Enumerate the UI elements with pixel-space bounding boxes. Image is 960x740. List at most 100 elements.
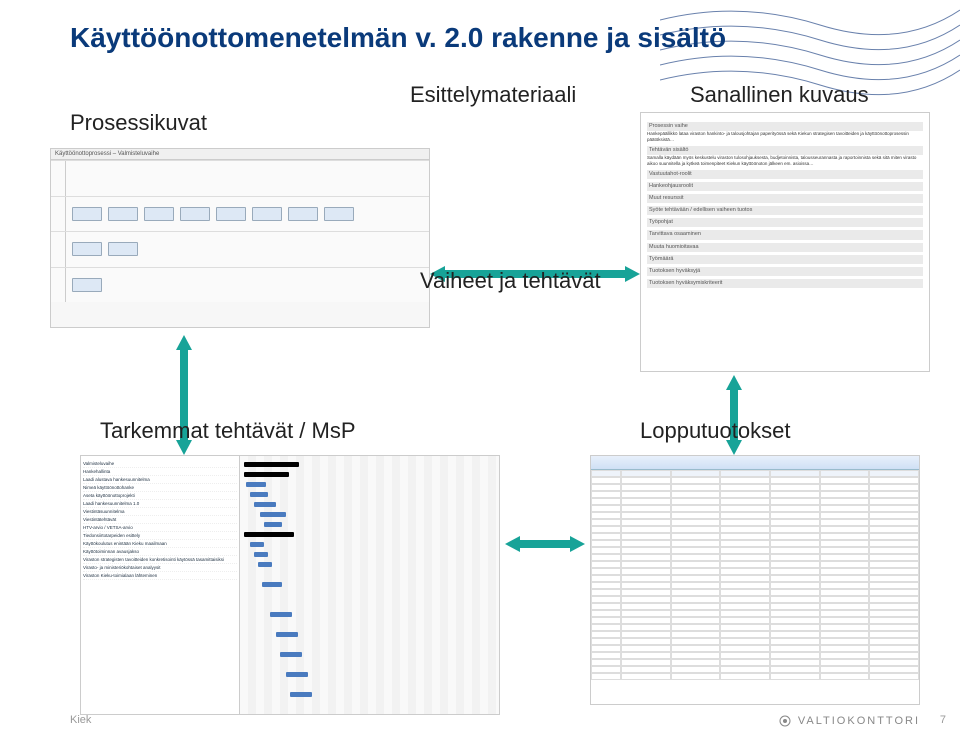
excel-cell [591, 603, 621, 610]
excel-cell [820, 603, 870, 610]
gantt-task-row: Laadi hankesuunnitelma 1.0 [83, 500, 237, 508]
gantt-task-row: Valmisteluvaihe [83, 460, 237, 468]
excel-cell [820, 533, 870, 540]
excel-cell [720, 624, 770, 631]
excel-cell [621, 603, 671, 610]
excel-cell [869, 526, 919, 533]
excel-cell [621, 505, 671, 512]
textdoc-row: Tuotoksen hyväksyjä [647, 267, 923, 276]
excel-cell [591, 498, 621, 505]
excel-cell [720, 484, 770, 491]
excel-cell [591, 666, 621, 673]
excel-cell [720, 638, 770, 645]
excel-cell [621, 491, 671, 498]
excel-cell [621, 526, 671, 533]
excel-cell [869, 603, 919, 610]
excel-cell [869, 638, 919, 645]
thumbnail-description-table: Prosessin vaihe Hankepäällikkö lataa vir… [640, 112, 930, 372]
excel-cell [820, 477, 870, 484]
excel-cell [621, 575, 671, 582]
excel-cell [671, 512, 721, 519]
excel-cell [671, 603, 721, 610]
excel-cell [591, 645, 621, 652]
excel-cell [671, 470, 721, 477]
excel-cell [869, 519, 919, 526]
excel-cell [820, 568, 870, 575]
excel-cell [869, 624, 919, 631]
excel-cell [671, 526, 721, 533]
excel-cell [820, 645, 870, 652]
excel-cell [720, 603, 770, 610]
excel-cell [621, 568, 671, 575]
excel-cell [720, 575, 770, 582]
excel-cell [770, 547, 820, 554]
gantt-task-row: Viraston strategisten tavoitteiden konkr… [83, 556, 237, 564]
footer-logo: VALTIOKONTTORI [778, 714, 920, 728]
excel-cell [671, 547, 721, 554]
excel-cell [770, 484, 820, 491]
excel-cell [621, 631, 671, 638]
excel-cell [591, 547, 621, 554]
excel-cell [621, 512, 671, 519]
excel-cell [720, 519, 770, 526]
excel-cell [820, 540, 870, 547]
excel-cell [591, 484, 621, 491]
excel-cell [820, 652, 870, 659]
excel-cell [869, 659, 919, 666]
excel-cell [820, 498, 870, 505]
excel-cell [671, 505, 721, 512]
excel-cell [770, 589, 820, 596]
excel-cell [770, 638, 820, 645]
label-esittely: Esittelymateriaali [410, 82, 576, 108]
excel-cell [869, 505, 919, 512]
excel-cell [820, 610, 870, 617]
excel-cell [820, 512, 870, 519]
excel-cell [770, 645, 820, 652]
gantt-task-row: Aseta käyttöönottoprojekti [83, 492, 237, 500]
excel-cell [869, 491, 919, 498]
excel-cell [671, 652, 721, 659]
excel-cell [869, 666, 919, 673]
textdoc-row: Työpohjat [647, 218, 923, 227]
excel-cell [720, 533, 770, 540]
excel-cell [770, 505, 820, 512]
excel-cell [621, 589, 671, 596]
excel-cell [671, 638, 721, 645]
gantt-task-row: Tiedonsiirtotarpeiden esittely [83, 532, 237, 540]
excel-cell [820, 484, 870, 491]
excel-cell [621, 645, 671, 652]
excel-cell [671, 673, 721, 680]
excel-cell [720, 589, 770, 596]
excel-cell [591, 617, 621, 624]
footer-logo-text: VALTIOKONTTORI [798, 715, 920, 727]
excel-cell [591, 554, 621, 561]
excel-cell [820, 575, 870, 582]
excel-cell [720, 596, 770, 603]
excel-cell [720, 568, 770, 575]
excel-cell [671, 645, 721, 652]
excel-cell [621, 624, 671, 631]
excel-cell [770, 470, 820, 477]
textdoc-row: Tarvittava osaaminen [647, 230, 923, 239]
excel-cell [869, 617, 919, 624]
excel-cell [820, 547, 870, 554]
excel-cell [770, 477, 820, 484]
excel-cell [591, 491, 621, 498]
excel-cell [720, 561, 770, 568]
excel-cell [591, 610, 621, 617]
excel-cell [591, 575, 621, 582]
label-vaiheet: Vaiheet ja tehtävät [420, 268, 601, 294]
excel-cell [671, 554, 721, 561]
excel-cell [770, 519, 820, 526]
excel-cell [720, 498, 770, 505]
excel-cell [770, 512, 820, 519]
excel-cell [820, 554, 870, 561]
excel-cell [770, 526, 820, 533]
excel-cell [820, 526, 870, 533]
excel-cell [869, 631, 919, 638]
excel-cell [671, 484, 721, 491]
excel-cell [591, 519, 621, 526]
excel-cell [869, 645, 919, 652]
excel-cell [770, 540, 820, 547]
excel-cell [770, 575, 820, 582]
